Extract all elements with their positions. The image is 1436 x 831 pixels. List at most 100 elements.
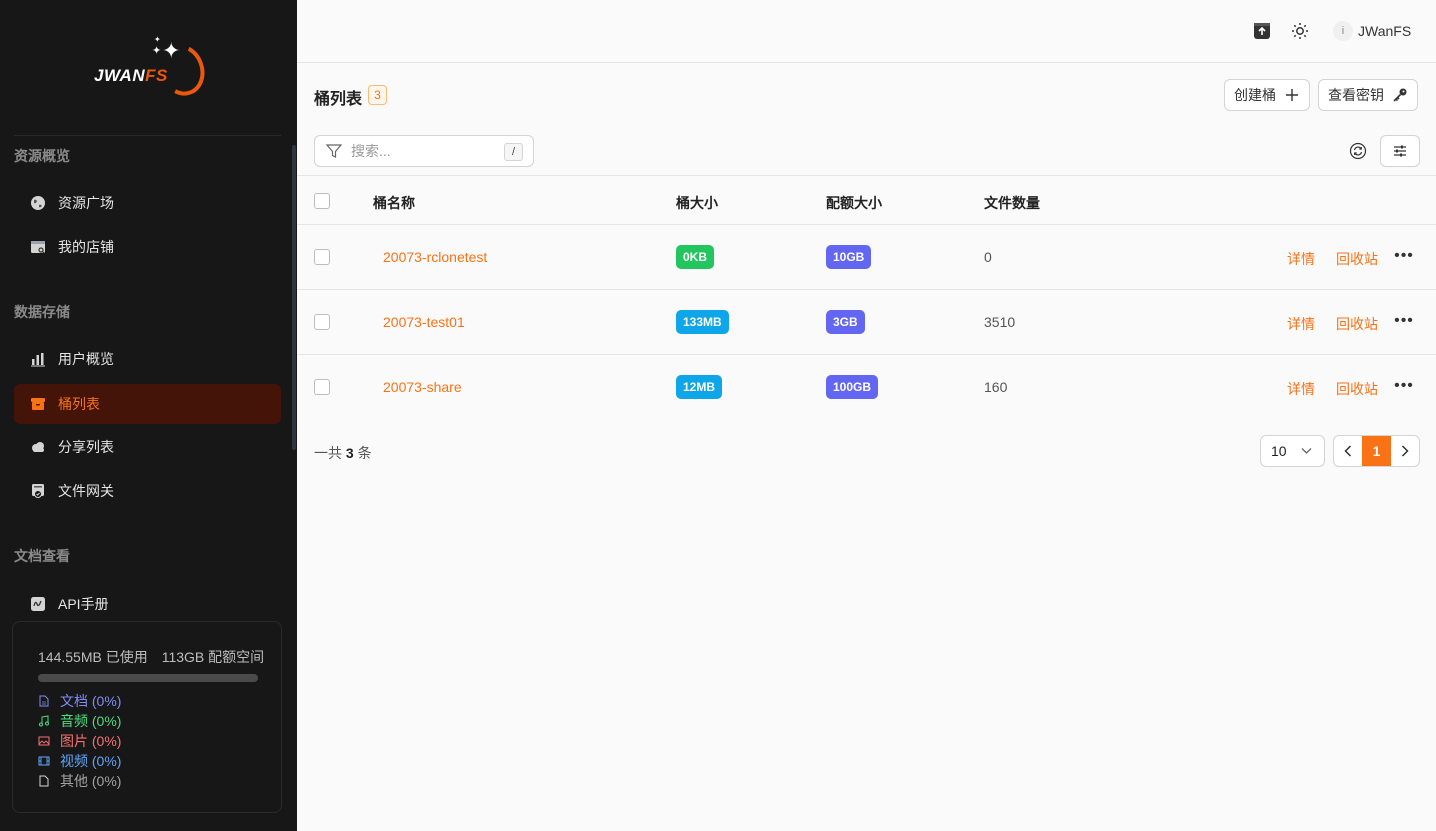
sidebar-item-file-gateway[interactable]: 文件网关 (14, 471, 281, 511)
sidebar-item-label: 用户概览 (58, 351, 114, 367)
file-count: 0 (984, 249, 992, 265)
table-row: 20073-share 12MB 100GB 160 详情 回收站 ••• (297, 355, 1436, 420)
sidebar-item-label: API手册 (58, 596, 109, 612)
file-count: 160 (984, 379, 1008, 395)
storage-progress-bar (38, 674, 258, 682)
page-button-current[interactable]: 1 (1362, 436, 1391, 466)
sidebar-item-resource-plaza[interactable]: 资源广场 (14, 183, 281, 223)
bucket-name-link[interactable]: 20073-rclonetest (383, 249, 487, 265)
recycle-bin-link[interactable]: 回收站 (1336, 379, 1378, 399)
view-keys-button[interactable]: 查看密钥 (1318, 79, 1418, 111)
refresh-icon[interactable] (1348, 141, 1368, 161)
prev-page-button[interactable] (1334, 436, 1362, 466)
sidebar-item-label: 分享列表 (58, 439, 114, 455)
sidebar-divider (14, 135, 281, 136)
sliders-icon (1394, 145, 1406, 157)
recycle-bin-link[interactable]: 回收站 (1336, 249, 1378, 269)
page-title: 桶列表 (314, 91, 363, 108)
logo-text: JWANFS (94, 66, 168, 85)
column-header-bucket-name[interactable]: 桶名称 (373, 193, 415, 213)
legend-other: 其他 (0%) (38, 771, 121, 791)
bucket-name-link[interactable]: 20073-test01 (383, 314, 465, 330)
total-count: 一共 3 条 (314, 445, 372, 461)
column-header-quota[interactable]: 配额大小 (826, 193, 882, 213)
sidebar-item-my-store[interactable]: 我的店铺 (14, 227, 281, 267)
filter-icon (325, 144, 343, 158)
column-header-bucket-size[interactable]: 桶大小 (676, 193, 718, 213)
storage-quota: 113GB 配额空间 (161, 649, 265, 665)
bucket-count-badge: 3 (368, 85, 387, 105)
gateway-icon (30, 483, 46, 499)
row-checkbox[interactable] (314, 249, 330, 265)
quota-badge: 100GB (826, 375, 879, 399)
column-settings-button[interactable] (1380, 135, 1420, 167)
details-link[interactable]: 详情 (1287, 314, 1315, 334)
row-checkbox[interactable] (314, 379, 330, 395)
legend-audio: 音频 (0%) (38, 711, 121, 731)
more-actions-icon[interactable]: ••• (1394, 312, 1413, 330)
sidebar: ✦ ✦ ✦ JWANFS 资源概览 资源广场 我的店铺 数据存储 用户概览 桶列… (0, 0, 297, 831)
upload-icon[interactable] (1253, 22, 1271, 40)
storage-usage-card: 144.55MB 已使用 113GB 配额空间 文档 (0%) 音频 (0%) 图… (12, 621, 282, 813)
file-icon (39, 775, 49, 787)
bucket-name-link[interactable]: 20073-share (383, 379, 462, 395)
page-size-select[interactable]: 10 (1260, 435, 1325, 467)
small-sparkle-icon: ✦ (152, 45, 162, 57)
bucket-size-badge: 12MB (676, 375, 723, 399)
details-link[interactable]: 详情 (1287, 249, 1315, 269)
create-bucket-button[interactable]: 创建桶 (1224, 79, 1310, 111)
details-link[interactable]: 详情 (1287, 379, 1315, 399)
bucket-size-badge: 133MB (676, 310, 729, 334)
cloud-icon (30, 439, 46, 455)
next-page-button[interactable] (1391, 436, 1419, 466)
legend-video: 视频 (0%) (38, 751, 121, 771)
storage-summary: 144.55MB 已使用 113GB 配额空间 (38, 647, 278, 667)
column-header-file-count[interactable]: 文件数量 (984, 193, 1040, 213)
table-row: 20073-rclonetest 0KB 10GB 0 详情 回收站 ••• (297, 225, 1436, 290)
more-actions-icon[interactable]: ••• (1394, 247, 1413, 265)
section-title-docs: 文档查看 (14, 548, 70, 564)
search-filter-box[interactable]: / (314, 135, 534, 167)
search-shortcut-key: / (504, 143, 523, 161)
top-bar: i JWanFS (297, 0, 1436, 63)
theme-toggle-sun-icon[interactable] (1291, 22, 1309, 40)
username[interactable]: JWanFS (1358, 23, 1411, 39)
table-header: 桶名称 桶大小 配额大小 文件数量 (297, 175, 1436, 225)
row-checkbox[interactable] (314, 314, 330, 330)
sidebar-item-label: 桶列表 (58, 396, 100, 412)
tiny-sparkle-icon: ✦ (154, 35, 161, 44)
search-input[interactable] (351, 143, 501, 159)
more-actions-icon[interactable]: ••• (1394, 377, 1413, 395)
quota-badge: 3GB (826, 310, 865, 334)
section-title-overview: 资源概览 (14, 148, 70, 164)
archive-icon (30, 396, 46, 412)
music-icon (39, 715, 49, 727)
document-icon (39, 695, 49, 707)
plus-icon (1286, 89, 1298, 101)
chevron-left-icon (1344, 445, 1352, 457)
store-icon (30, 239, 46, 255)
jwanfs-logo[interactable]: ✦ ✦ ✦ JWANFS (88, 36, 212, 102)
legend-documents: 文档 (0%) (38, 691, 121, 711)
legend-images: 图片 (0%) (38, 731, 121, 751)
sidebar-item-api-manual[interactable]: API手册 (14, 584, 281, 624)
file-count: 3510 (984, 314, 1016, 330)
sidebar-item-share-list[interactable]: 分享列表 (14, 427, 281, 467)
sidebar-scrollbar[interactable] (292, 145, 296, 450)
sidebar-item-bucket-list[interactable]: 桶列表 (14, 384, 281, 424)
chevron-down-icon (1301, 448, 1312, 454)
key-icon (1393, 88, 1407, 102)
chevron-right-icon (1401, 445, 1409, 457)
globe-icon (30, 195, 46, 211)
pagination: 1 (1333, 435, 1420, 467)
bar-chart-icon (30, 351, 46, 367)
bucket-size-badge: 0KB (676, 245, 715, 269)
user-avatar[interactable]: i (1333, 21, 1353, 41)
sidebar-item-user-overview[interactable]: 用户概览 (14, 339, 281, 379)
api-icon (30, 596, 46, 612)
storage-used: 144.55MB 已使用 (38, 649, 148, 665)
film-icon (38, 756, 50, 766)
recycle-bin-link[interactable]: 回收站 (1336, 314, 1378, 334)
select-all-checkbox[interactable] (314, 193, 330, 209)
quota-badge: 10GB (826, 245, 872, 269)
